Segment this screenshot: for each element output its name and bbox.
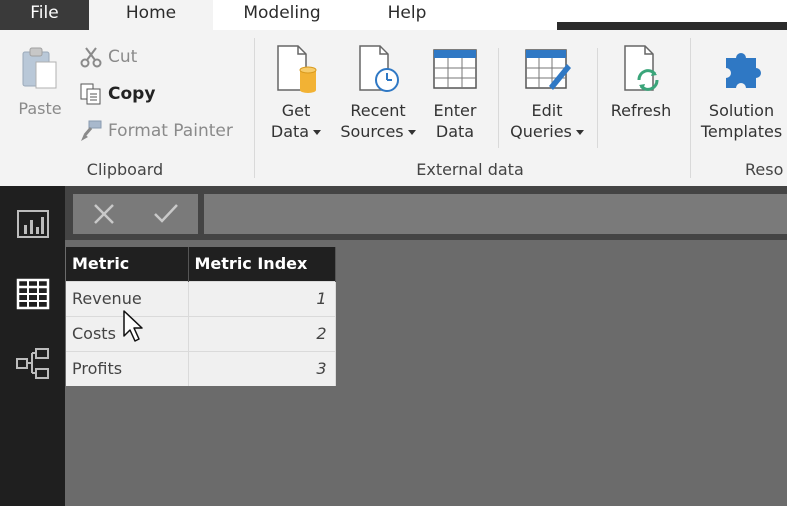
relationships-view-button[interactable] <box>0 336 65 392</box>
table-row: Costs 2 <box>66 315 336 351</box>
table-header-row: Metric Metric Index <box>66 247 336 281</box>
recent-sources-label-line2: Sources <box>340 122 404 141</box>
get-data-label-line1: Get <box>281 101 311 120</box>
relationships-view-icon <box>15 348 49 379</box>
refresh-label: Refresh <box>610 101 672 120</box>
format-painter-label: Format Painter <box>108 121 233 141</box>
data-view-button[interactable] <box>0 266 65 322</box>
edit-queries-label-line2: Queries <box>510 122 572 141</box>
data-table: Metric Metric Index Revenue 1 Costs 2 Pr… <box>66 247 336 386</box>
group-separator <box>254 38 255 178</box>
paste-icon <box>22 47 57 89</box>
tab-help[interactable]: Help <box>351 0 463 30</box>
recent-sources-button[interactable]: Recent Sources <box>334 44 422 142</box>
scissors-icon <box>80 47 102 68</box>
enter-data-label-line1: Enter <box>433 101 477 120</box>
report-view-button[interactable] <box>0 196 65 252</box>
paste-label: Paste <box>18 99 62 118</box>
paste-button[interactable]: Paste <box>12 44 68 119</box>
button-separator <box>597 48 598 148</box>
formula-bar <box>65 186 787 240</box>
puzzle-piece-icon <box>725 52 761 88</box>
chevron-down-icon <box>575 130 584 135</box>
copy-label: Copy <box>108 84 156 104</box>
get-data-label-line2: Data <box>270 122 310 141</box>
edit-queries-label-line1: Edit <box>531 101 563 120</box>
edit-queries-icon <box>525 49 571 90</box>
table-cell[interactable]: Profits <box>66 350 189 386</box>
solution-templates-button[interactable]: Solution Templates <box>696 44 787 142</box>
paintbrush-icon <box>81 120 102 141</box>
column-header-metric-index[interactable]: Metric Index <box>188 247 336 281</box>
refresh-icon <box>624 45 659 91</box>
data-view-icon <box>16 278 49 310</box>
tab-modeling[interactable]: Modeling <box>213 0 351 30</box>
mouse-pointer-icon <box>123 310 143 342</box>
group-separator <box>690 38 691 178</box>
table-grid-icon <box>433 49 477 89</box>
cancel-x-icon[interactable] <box>92 202 116 226</box>
copy-button[interactable]: Copy <box>80 81 155 107</box>
enter-data-label-line2: Data <box>435 122 475 141</box>
cut-button[interactable]: Cut <box>80 44 137 70</box>
get-data-icon <box>277 45 317 93</box>
table-cell[interactable]: 2 <box>188 315 336 351</box>
table-cell[interactable]: 1 <box>188 280 336 316</box>
view-switcher <box>0 186 65 506</box>
copy-icon <box>80 83 101 105</box>
edit-queries-button[interactable]: Edit Queries <box>504 44 590 142</box>
external-data-group-label: External data <box>416 160 524 179</box>
recent-sources-icon <box>359 45 399 92</box>
table-row: Profits 3 <box>66 350 336 386</box>
button-separator <box>498 48 499 148</box>
ribbon: Paste Cut Copy Format Painter Clipboard <box>0 30 787 186</box>
recent-sources-label-line1: Recent <box>350 101 406 120</box>
chevron-down-icon <box>407 130 416 135</box>
get-data-button[interactable]: Get Data <box>262 44 330 142</box>
refresh-button[interactable]: Refresh <box>604 44 678 121</box>
formula-input[interactable] <box>204 194 787 234</box>
column-header-metric[interactable]: Metric <box>66 247 189 281</box>
cut-label: Cut <box>108 47 138 67</box>
clipboard-group-label: Clipboard <box>86 160 164 179</box>
resources-group-label: Reso <box>745 160 784 179</box>
solution-templates-label-line2: Templates <box>700 122 783 141</box>
commit-check-icon[interactable] <box>153 202 179 226</box>
tab-strip-blank <box>463 0 557 30</box>
tab-file[interactable]: File <box>0 0 89 30</box>
table-cell[interactable]: 3 <box>188 350 336 386</box>
enter-data-button[interactable]: Enter Data <box>426 44 484 142</box>
chevron-down-icon <box>313 130 322 135</box>
formula-bar-buttons <box>73 194 198 234</box>
report-view-icon <box>16 210 49 238</box>
tab-strip-filler <box>557 0 787 22</box>
table-row: Revenue 1 <box>66 280 336 316</box>
ribbon-tab-strip: File Home Modeling Help <box>0 0 787 30</box>
solution-templates-label-line1: Solution <box>708 101 775 120</box>
tab-home[interactable]: Home <box>89 0 213 30</box>
format-painter-button[interactable]: Format Painter <box>80 118 233 144</box>
